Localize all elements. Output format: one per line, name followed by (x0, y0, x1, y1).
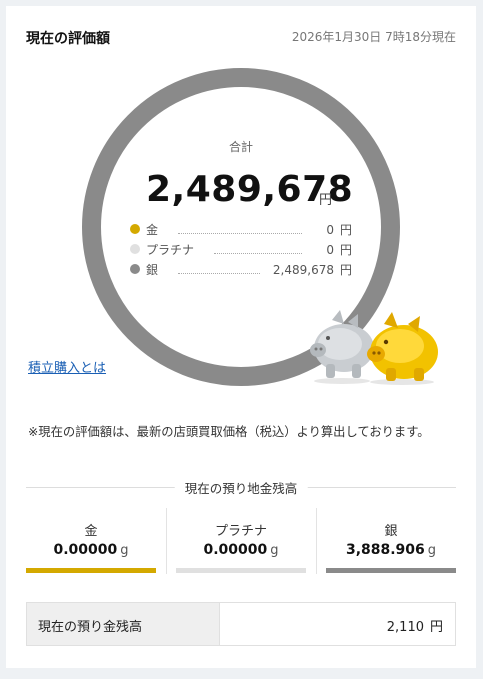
metal-amount: 3,888.906 g (345, 542, 437, 558)
breakdown-row-silver: 銀 2,489,678 円 (130, 261, 352, 279)
breakdown-value: 2,489,678 円 (272, 263, 352, 277)
platinum-dot-icon (130, 244, 140, 254)
dotted-leader (178, 273, 260, 274)
total-label: 合計 (228, 140, 253, 154)
valuation-card: 現在の評価額 2026年1月30日 7時18分現在 合計 2,489,678 円… (6, 6, 476, 668)
divider (316, 508, 317, 574)
gold-color-bar (26, 568, 156, 573)
silver-color-bar (326, 568, 456, 573)
holding-gold: 金 0.00000 g (26, 506, 156, 576)
holdings-title: 現在の預り地金残高 (174, 478, 308, 497)
metal-amount: 0.00000 g (203, 542, 279, 558)
cash-balance-value: 2,110 円 (386, 620, 443, 635)
metal-name: 銀 (384, 524, 398, 539)
metal-amount: 0.00000 g (53, 542, 129, 558)
breakdown-row-gold: 金 0円 (130, 221, 352, 239)
breakdown-value: 0円 (326, 243, 352, 257)
platinum-color-bar (176, 568, 306, 573)
breakdown-name: プラチナ (146, 243, 195, 257)
piggy-bank-icon (310, 310, 438, 385)
divider (166, 508, 167, 574)
metal-name: 金 (84, 524, 98, 539)
gold-dot-icon (130, 224, 140, 234)
breakdown-name: 銀 (146, 263, 159, 277)
breakdown-name: 金 (146, 223, 159, 237)
metal-name: プラチナ (214, 524, 267, 539)
holding-silver: 銀 3,888.906 g (326, 506, 456, 576)
breakdown-value: 0円 (326, 223, 352, 237)
holding-platinum: プラチナ 0.00000 g (176, 506, 306, 576)
page-title: 現在の評価額 (26, 31, 110, 47)
valuation-note: ※現在の評価額は、最新の店頭買取価格（税込）より算出しております。 (28, 425, 430, 439)
tsumitate-info-link[interactable]: 積立購入とは (28, 357, 106, 376)
dotted-leader (178, 233, 302, 234)
silver-dot-icon (130, 264, 140, 274)
timestamp: 2026年1月30日 7時18分現在 (291, 30, 456, 44)
dotted-leader (214, 253, 302, 254)
holdings-section-header: 現在の預り地金残高 (26, 478, 456, 498)
total-unit: 円 (319, 193, 333, 208)
cash-balance-label: 現在の預り金残高 (27, 603, 220, 645)
breakdown-row-platinum: プラチナ 0円 (130, 241, 352, 259)
cash-balance-table: 現在の預り金残高 2,110 円 (26, 602, 456, 646)
